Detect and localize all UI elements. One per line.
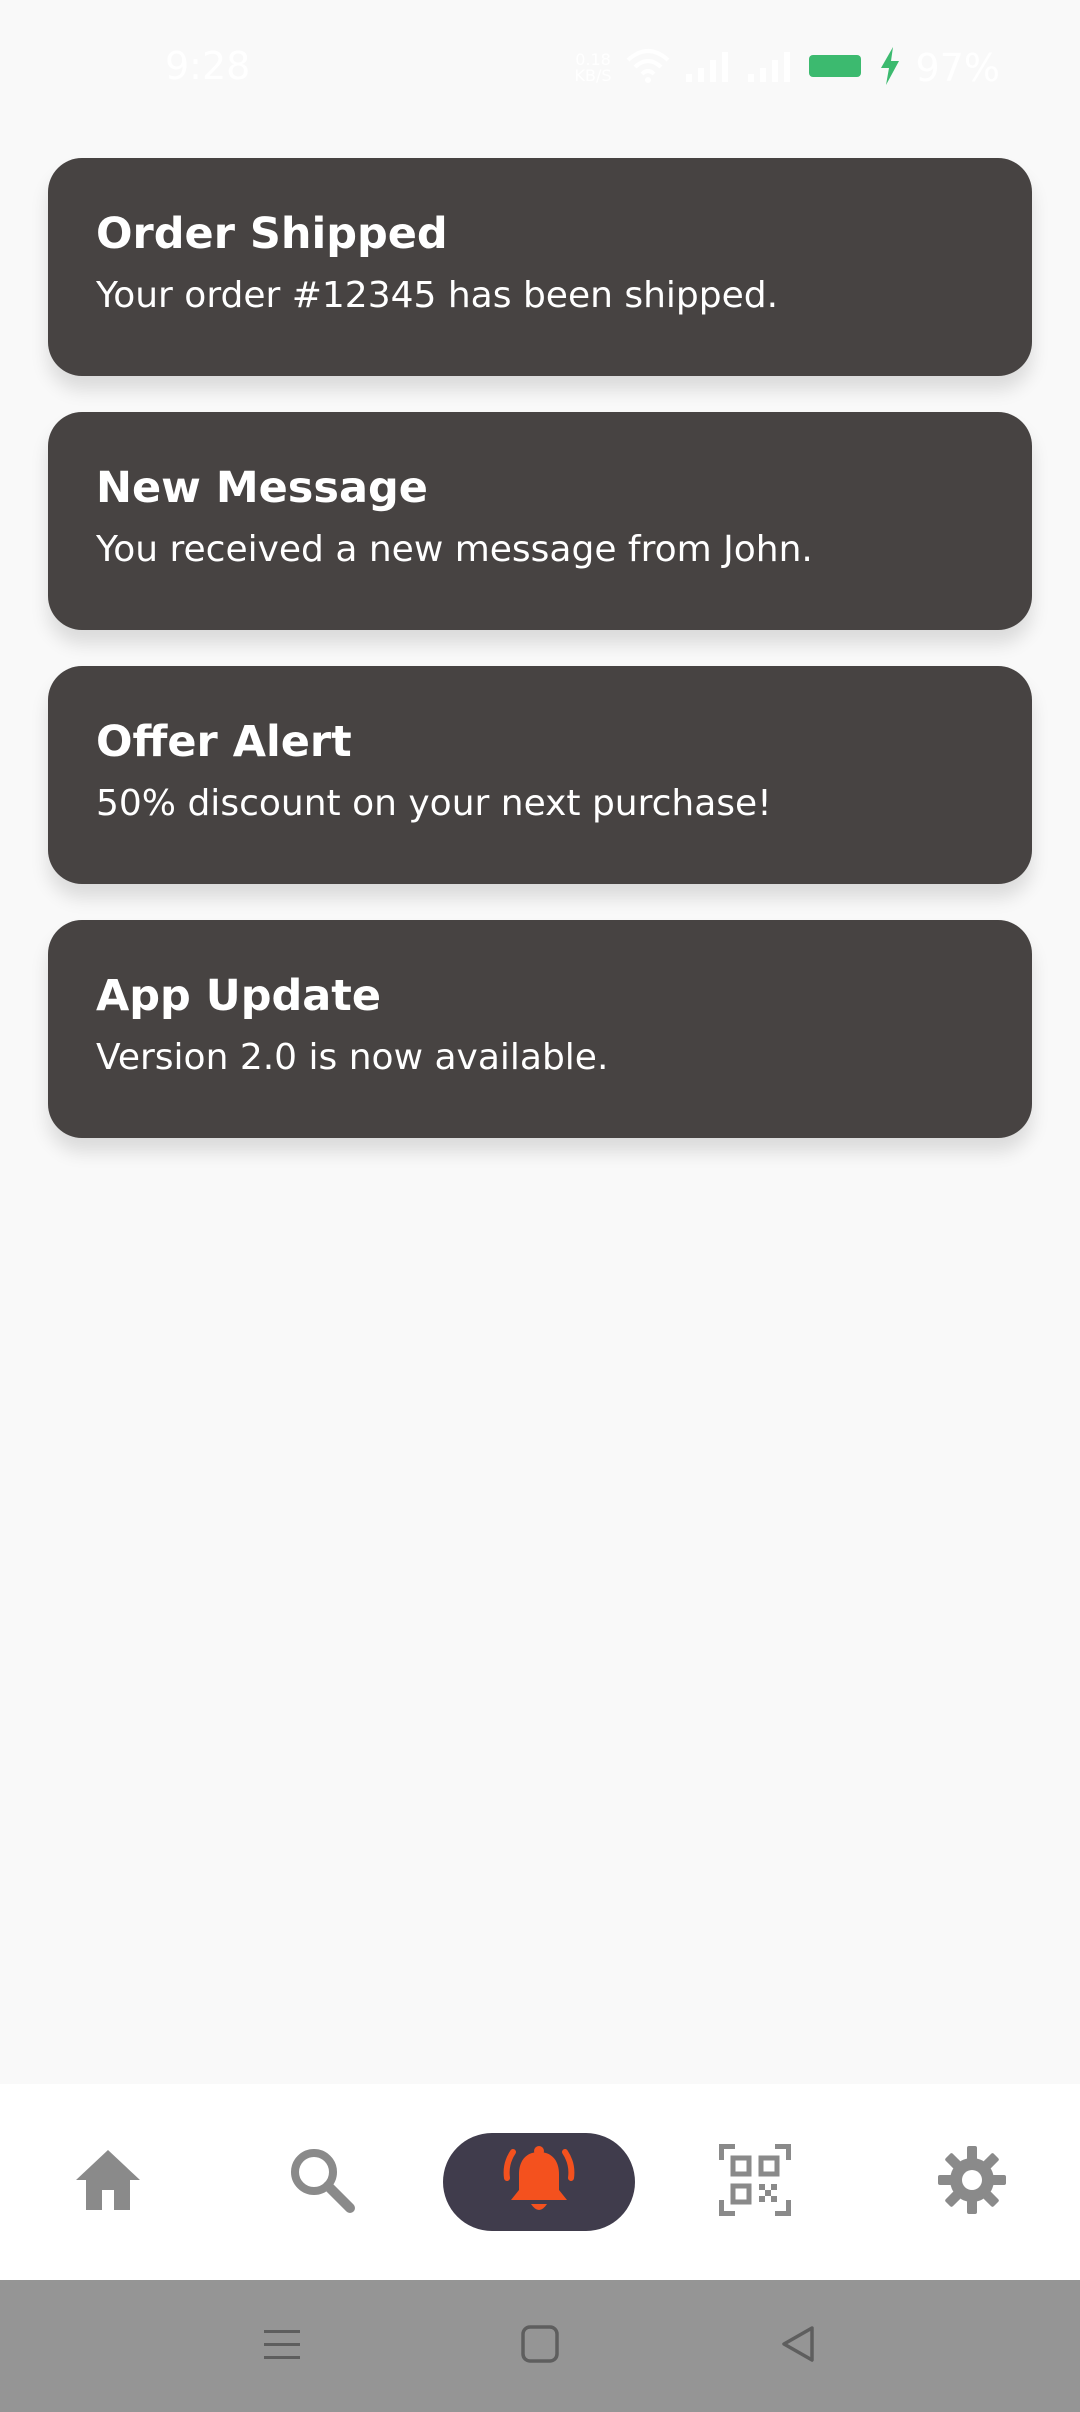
notification-title: Offer Alert — [96, 717, 352, 767]
nav-settings-button[interactable] — [912, 2084, 1032, 2280]
nav-home-button[interactable] — [48, 2084, 168, 2280]
notification-message: 50% discount on your next purchase! — [96, 783, 772, 824]
system-menu-button[interactable] — [232, 2280, 332, 2412]
nav-active-indicator — [443, 2133, 635, 2231]
bell-ringing-icon — [499, 2142, 579, 2222]
nav-search-button[interactable] — [262, 2084, 382, 2280]
back-triangle-icon — [778, 2324, 818, 2368]
network-speed-unit: KB/S — [574, 66, 612, 85]
notification-list: Order Shipped Your order #12345 has been… — [48, 158, 1032, 1174]
notification-title: Order Shipped — [96, 209, 448, 259]
charging-bolt-icon — [878, 46, 902, 90]
search-icon — [288, 2146, 356, 2218]
notification-message: Your order #12345 has been shipped. — [96, 275, 779, 316]
menu-icon — [262, 2326, 302, 2366]
battery-icon — [808, 52, 864, 84]
status-indicators: 0.18 KB/S 97% — [575, 44, 1000, 92]
notification-title: App Update — [96, 971, 382, 1021]
signal-strength-2-icon — [746, 48, 794, 88]
notification-card[interactable]: App Update Version 2.0 is now available. — [48, 920, 1032, 1138]
network-speed: 0.18 KB/S — [575, 52, 612, 84]
home-square-icon — [520, 2324, 560, 2368]
system-home-button[interactable] — [490, 2280, 590, 2412]
signal-strength-icon — [684, 48, 732, 88]
notification-title: New Message — [96, 463, 428, 513]
bottom-navigation — [0, 2084, 1080, 2280]
qr-code-scan-icon — [718, 2143, 792, 2220]
notification-message: You received a new message from John. — [96, 529, 813, 570]
notification-card[interactable]: New Message You received a new message f… — [48, 412, 1032, 630]
status-bar: 9:28 0.18 KB/S 97% — [0, 0, 1080, 140]
notification-message: Version 2.0 is now available. — [96, 1037, 609, 1078]
status-time: 9:28 — [165, 44, 251, 88]
notification-card[interactable]: Offer Alert 50% discount on your next pu… — [48, 666, 1032, 884]
system-back-button[interactable] — [748, 2280, 848, 2412]
battery-percentage: 97% — [915, 46, 1000, 90]
notification-card[interactable]: Order Shipped Your order #12345 has been… — [48, 158, 1032, 376]
gear-icon — [936, 2144, 1008, 2220]
nav-qr-scan-button[interactable] — [695, 2084, 815, 2280]
home-icon — [72, 2146, 144, 2218]
system-navigation-bar — [0, 2280, 1080, 2412]
nav-notifications-button[interactable] — [443, 2084, 635, 2280]
wifi-icon — [626, 48, 670, 88]
